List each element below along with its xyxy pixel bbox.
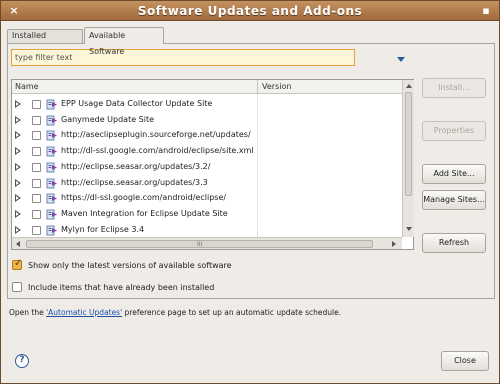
update-site-icon	[46, 225, 57, 235]
table-row[interactable]: EPP Usage Data Collector Update Site	[12, 97, 402, 112]
expand-arrow-icon[interactable]	[15, 209, 21, 218]
table-row[interactable]: Maven Integration for Eclipse Update Sit…	[12, 207, 402, 222]
row-label: http://dl-ssl.google.com/android/eclipse…	[61, 146, 254, 156]
row-label: Maven Integration for Eclipse Update Sit…	[61, 208, 228, 218]
update-site-icon	[46, 162, 57, 173]
row-label: https://dl-ssl.google.com/android/eclips…	[61, 193, 227, 203]
hint-prefix: Open the	[9, 308, 47, 317]
row-checkbox[interactable]	[32, 115, 41, 125]
automatic-updates-link[interactable]: 'Automatic Updates'	[46, 308, 122, 317]
scroll-up-icon[interactable]	[406, 84, 412, 88]
latest-versions-checkbox[interactable]: ✓	[12, 258, 23, 270]
tab-available-software[interactable]: Available Software	[84, 27, 164, 56]
row-label: http://eclipse.seasar.org/updates/3.3	[61, 177, 208, 187]
column-header-version[interactable]: Version	[262, 82, 291, 91]
close-button[interactable]: Close	[441, 351, 489, 371]
expand-arrow-icon[interactable]	[15, 147, 21, 156]
row-checkbox[interactable]	[32, 225, 41, 235]
row-checkbox[interactable]	[32, 209, 41, 219]
row-label: http://aseclipseplugin.sourceforge.net/u…	[61, 130, 251, 140]
vertical-scrollbar[interactable]	[402, 80, 414, 237]
table-row[interactable]: http://eclipse.seasar.org/updates/3.2/	[12, 160, 402, 175]
hint-suffix: preference page to set up an automatic u…	[122, 308, 342, 317]
table-row[interactable]: Mylyn for Eclipse 3.4	[12, 223, 402, 238]
add-site-button[interactable]: Add Site...	[422, 164, 486, 184]
expand-arrow-icon[interactable]	[15, 115, 21, 124]
expand-arrow-icon[interactable]	[15, 178, 21, 187]
latest-versions-label: Show only the latest versions of availab…	[28, 261, 232, 270]
scroll-left-icon[interactable]	[16, 241, 20, 247]
filter-dropdown-icon[interactable]	[397, 57, 405, 62]
include-installed-label: Include items that have already been ins…	[28, 283, 215, 292]
expand-arrow-icon[interactable]	[15, 194, 21, 203]
software-updates-window: × Software Updates and Add-ons ▪ Install…	[0, 0, 500, 384]
install-button[interactable]: Install...	[422, 78, 486, 98]
table-row[interactable]: http://eclipse.seasar.org/updates/3.3	[12, 176, 402, 191]
table-row[interactable]: Ganymede Update Site	[12, 113, 402, 128]
include-installed-checkbox[interactable]	[12, 282, 22, 292]
row-label: http://eclipse.seasar.org/updates/3.2/	[61, 161, 211, 171]
table-row[interactable]: https://dl-ssl.google.com/android/eclips…	[12, 191, 402, 206]
expand-arrow-icon[interactable]	[15, 131, 21, 140]
update-site-icon	[46, 178, 57, 188]
window-title: Software Updates and Add-ons	[137, 4, 363, 18]
expand-arrow-icon[interactable]	[15, 100, 21, 108]
horizontal-scrollbar[interactable]: III	[12, 237, 402, 249]
scroll-grip: III	[197, 241, 203, 248]
row-label: EPP Usage Data Collector Update Site	[61, 99, 213, 108]
row-label: Ganymede Update Site	[61, 114, 155, 124]
row-checkbox[interactable]	[32, 194, 41, 204]
checkmark-icon: ✓	[14, 258, 23, 269]
update-site-icon	[46, 99, 57, 110]
table-header: Name Version	[12, 80, 402, 94]
properties-button[interactable]: Properties	[422, 121, 486, 141]
manage-sites-button[interactable]: Manage Sites...	[422, 190, 486, 210]
row-checkbox[interactable]	[32, 162, 41, 172]
title-bar: × Software Updates and Add-ons ▪	[1, 1, 499, 21]
column-divider[interactable]	[257, 80, 258, 94]
update-site-icon	[46, 115, 57, 126]
row-checkbox[interactable]	[32, 131, 41, 141]
row-checkbox[interactable]	[32, 147, 41, 157]
sites-table: Name Version EPP Usage Data Collector Up…	[11, 79, 414, 250]
scroll-right-icon[interactable]	[392, 241, 396, 247]
row-checkbox[interactable]	[32, 100, 41, 109]
tab-installed-software[interactable]: Installed Software	[7, 29, 83, 52]
row-label: Mylyn for Eclipse 3.4	[61, 224, 145, 234]
update-site-icon	[46, 209, 57, 220]
update-site-icon	[46, 146, 57, 157]
refresh-button[interactable]: Refresh	[422, 233, 486, 253]
scroll-down-icon[interactable]	[406, 227, 412, 231]
automatic-updates-hint: Open the 'Automatic Updates' preference …	[9, 308, 341, 317]
expand-arrow-icon[interactable]	[15, 225, 21, 234]
tab-available-software-label: Available Software	[89, 31, 126, 56]
update-site-icon	[46, 193, 57, 204]
update-site-icon	[46, 130, 57, 141]
row-checkbox[interactable]	[32, 178, 41, 188]
table-row[interactable]: http://dl-ssl.google.com/android/eclipse…	[12, 144, 402, 159]
maximize-window-icon[interactable]: ▪	[479, 4, 493, 18]
help-icon[interactable]: ?	[15, 354, 29, 368]
expand-arrow-icon[interactable]	[15, 162, 21, 171]
column-header-name[interactable]: Name	[15, 82, 39, 91]
filter-input[interactable]: type filter text	[11, 49, 355, 66]
table-row[interactable]: http://aseclipseplugin.sourceforge.net/u…	[12, 128, 402, 143]
horizontal-scroll-thumb[interactable]: III	[26, 240, 373, 248]
vertical-scroll-thumb[interactable]	[405, 92, 412, 196]
